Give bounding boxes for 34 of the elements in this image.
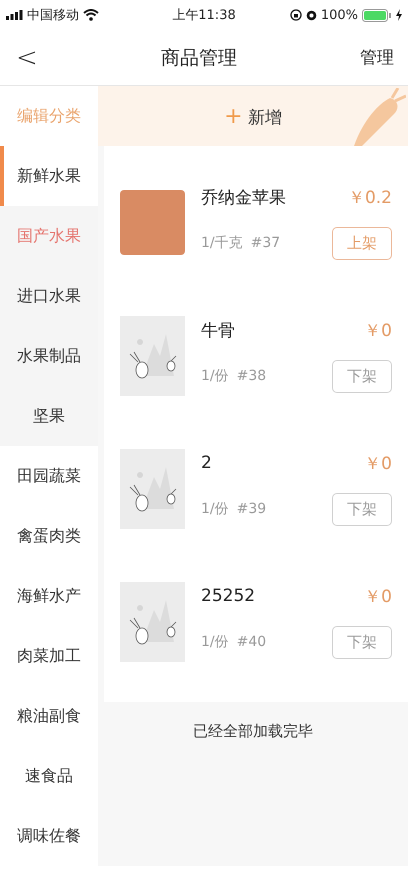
product-name: 2 [201,453,213,473]
manage-button[interactable]: 管理 [360,46,394,69]
end-of-list-text: 已经全部加载完毕 [192,721,314,742]
signal-icon [6,10,23,20]
product-price: ￥0.2 [348,186,392,208]
clock-time: 上午11:38 [172,7,236,24]
charging-icon [396,9,402,21]
product-code: #37 [250,235,282,251]
subcategory-item[interactable]: 进口水果 [0,266,98,326]
product-name: 乔纳金苹果 [201,186,287,208]
add-button[interactable]: + 新增 [224,104,282,128]
product-price: ￥0 [364,320,392,342]
photo-placeholder [120,190,185,255]
product-unit: 1/份 [201,500,229,518]
product-unit: 1/千克 [201,234,243,252]
carrier-name: 中国移动 [27,7,79,24]
page-title: 商品管理 [160,46,237,70]
product-code: #39 [236,501,268,517]
carrot-icon [354,88,406,146]
wifi-icon [83,9,99,21]
back-button[interactable]: < [16,42,38,72]
product-unit: 1/份 [201,367,229,385]
product-name: 牛骨 [201,320,236,342]
product-code: #38 [236,368,268,384]
product-price: ￥0 [364,586,392,608]
subcategory-item[interactable]: 坚果 [0,386,98,446]
rotation-lock-icon [290,9,302,21]
subcategory-item[interactable]: 水果制品 [0,326,98,386]
product-name: 25252 [201,586,256,606]
battery-icon [362,8,392,22]
battery-percent: 100% [320,8,358,22]
product-unit: 1/份 [201,633,229,651]
product-code: #40 [236,634,268,650]
product-price: ￥0 [364,452,392,474]
